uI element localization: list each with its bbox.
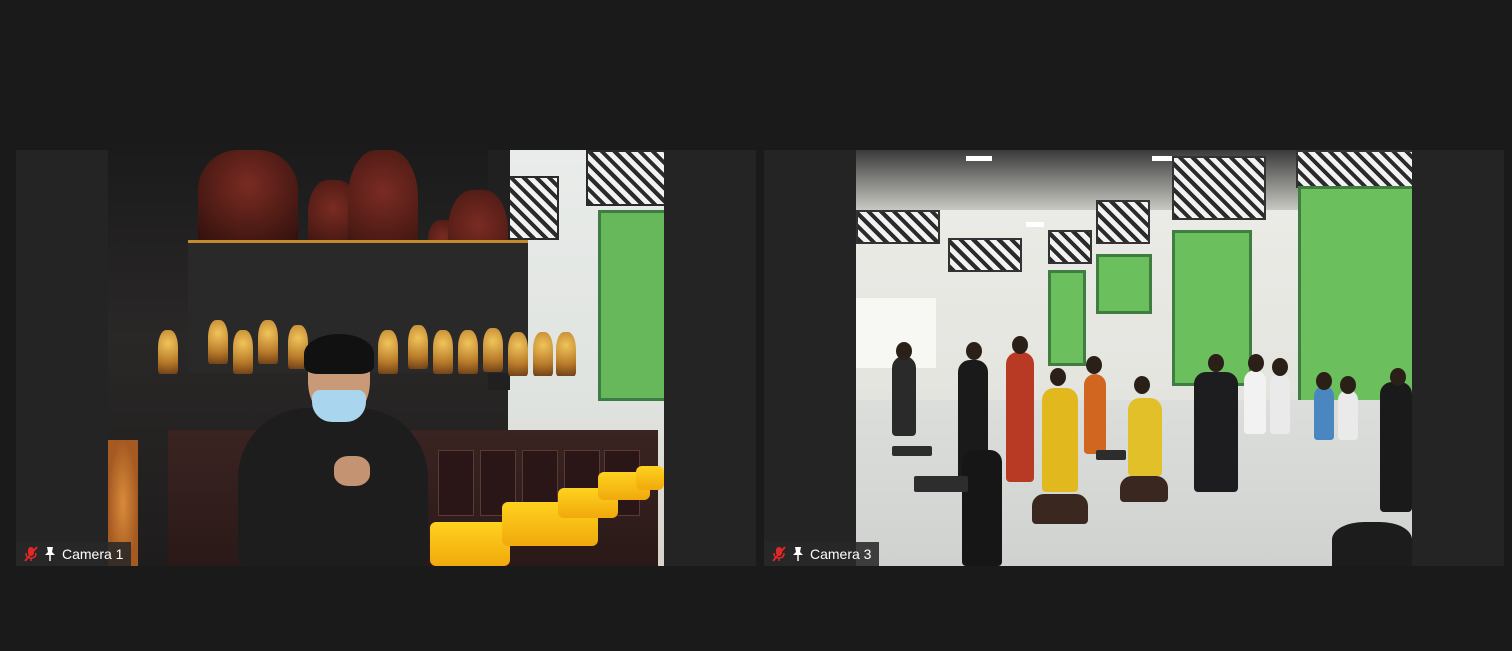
participant-name: Camera 3 [810,546,872,562]
participant-name-label: Camera 3 [764,542,880,566]
face-mask [312,390,366,422]
video-feed-camera-1 [108,150,664,566]
mic-muted-icon [772,546,786,562]
temple-scene [108,150,664,566]
video-gallery: Camera 1 Camera 3 [0,0,1512,651]
participant-tile-camera-3[interactable]: Camera 3 [764,150,1504,566]
pin-icon [44,546,56,562]
participant-name: Camera 1 [62,546,124,562]
mic-muted-icon [24,546,38,562]
video-feed-camera-3 [856,150,1412,566]
participant-tile-camera-1[interactable]: Camera 1 [16,150,756,566]
hall-scene [856,150,1412,566]
participant-name-label: Camera 1 [16,542,132,566]
pin-icon [792,546,804,562]
speaker-figure [238,408,428,566]
